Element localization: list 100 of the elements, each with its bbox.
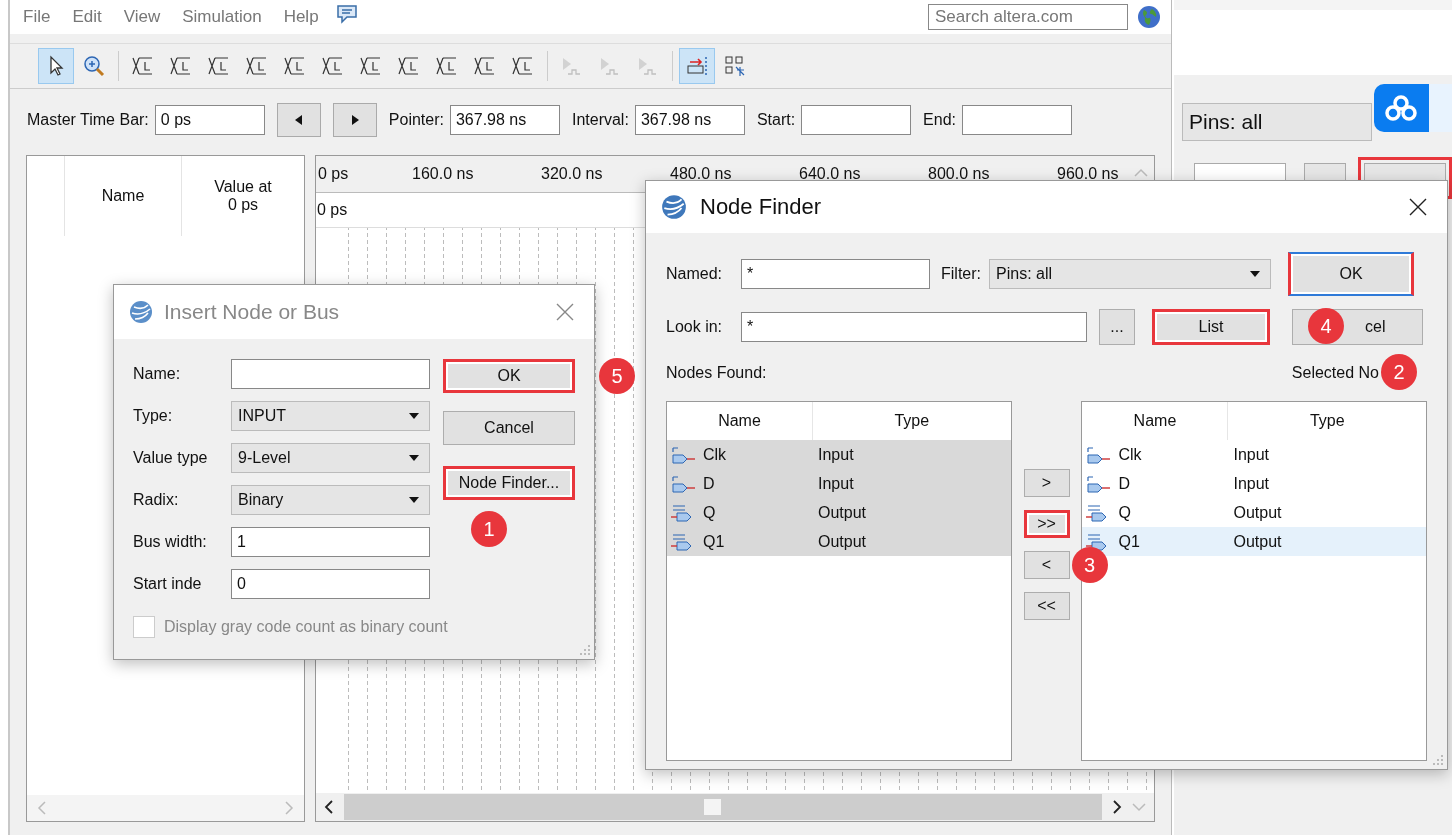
toolbar-button[interactable] xyxy=(38,48,74,84)
checkbox-label: Display gray code count as binary count xyxy=(164,618,448,636)
field-label: Interval: xyxy=(571,111,629,129)
end-field[interactable] xyxy=(962,105,1073,135)
resize-grip-icon[interactable] xyxy=(579,644,591,656)
pointer-field[interactable]: 367.98 ns xyxy=(449,105,560,135)
dialog-title: Node Finder xyxy=(700,194,822,220)
column-header[interactable]: Value at 0 ps xyxy=(182,156,304,236)
next-button[interactable] xyxy=(332,103,377,137)
waveform-icon xyxy=(359,54,383,78)
list-row[interactable]: Q1 Output xyxy=(1082,527,1426,556)
dropdown-arrow-icon xyxy=(409,455,419,461)
left-triangle-icon xyxy=(294,115,303,125)
dialog-button[interactable]: Cancel xyxy=(443,411,575,445)
waveform-icon xyxy=(245,54,269,78)
input-field[interactable]: 1 xyxy=(231,527,430,557)
move-button[interactable]: > xyxy=(1023,469,1070,497)
input-field[interactable]: * xyxy=(741,312,1087,342)
app-logo-icon xyxy=(128,299,154,325)
previous-button[interactable] xyxy=(276,103,321,137)
list-cell: D xyxy=(1118,474,1130,493)
list-row[interactable]: D Input xyxy=(1082,469,1426,498)
field-label: Look in: xyxy=(666,318,724,336)
menu-item[interactable]: Simulation xyxy=(171,7,273,27)
filter-dropdown[interactable]: Pins: all xyxy=(1182,103,1372,141)
dropdown-arrow-icon xyxy=(409,413,419,419)
marker-icon xyxy=(685,54,709,78)
ruler-label: 960.0 ns xyxy=(1057,165,1119,183)
waveform-icon xyxy=(131,54,155,78)
waveform-icon xyxy=(207,54,231,78)
scrollbar-thumb[interactable] xyxy=(704,799,721,815)
browse-button[interactable]: ... xyxy=(1099,309,1135,345)
list-row[interactable]: Clk Input xyxy=(667,440,1011,469)
list-cell: Q xyxy=(1118,503,1131,522)
move-button[interactable]: >> xyxy=(1023,510,1070,538)
start-field[interactable] xyxy=(801,105,912,135)
waveform-icon xyxy=(435,54,459,78)
menu-item[interactable]: View xyxy=(112,7,172,27)
dropdown[interactable]: INPUT xyxy=(231,401,430,431)
list-row[interactable]: D Input xyxy=(667,469,1011,498)
list-cell: Q xyxy=(703,503,716,522)
list-row[interactable]: Q Output xyxy=(667,498,1011,527)
menu-item[interactable]: Help xyxy=(272,7,330,27)
input-field[interactable]: * xyxy=(741,259,930,289)
list-cell-text: Input xyxy=(1232,445,1270,464)
interval-field[interactable]: 367.98 ns xyxy=(634,105,745,135)
waveform-icon xyxy=(397,54,421,78)
list-cell-text: Output xyxy=(817,532,867,551)
column-header[interactable]: Type xyxy=(1228,402,1426,440)
ruler-label: 160.0 ns xyxy=(412,165,475,183)
ruler-label: 0 ps xyxy=(318,165,350,183)
chevron-left-icon[interactable] xyxy=(324,800,334,814)
close-icon[interactable] xyxy=(1409,198,1427,216)
column-header[interactable]: Type xyxy=(813,402,1011,440)
step-number-badge: 3 xyxy=(1071,547,1108,583)
field-label: End: xyxy=(923,111,957,129)
speech-bubble-icon[interactable] xyxy=(335,4,358,24)
move-button[interactable]: << xyxy=(1023,592,1070,620)
list-row[interactable]: Q Output xyxy=(1082,498,1426,527)
menu-item[interactable]: Edit xyxy=(61,7,113,27)
list-label: Selected No xyxy=(1291,364,1379,382)
field-label: Value type xyxy=(133,449,209,467)
move-button[interactable]: < xyxy=(1023,551,1070,579)
input-field[interactable] xyxy=(231,359,430,389)
input-field[interactable]: 0 xyxy=(231,569,430,599)
list-cell-text: Output xyxy=(817,503,867,522)
list-label: Nodes Found: xyxy=(666,364,767,382)
ok-button[interactable]: OK xyxy=(1288,252,1414,296)
scrollbar[interactable] xyxy=(316,793,1154,821)
step-number-badge: 1 xyxy=(471,511,507,547)
waveform-icon xyxy=(283,54,307,78)
dropdown[interactable]: Binary xyxy=(231,485,430,515)
chevron-right-icon[interactable] xyxy=(1112,800,1122,814)
list-cell: Q1 xyxy=(703,532,725,551)
ruler-label: 480.0 ns xyxy=(670,165,733,183)
dialog-title: Insert Node or Bus xyxy=(164,300,340,324)
waveform-icon xyxy=(511,54,535,78)
input-pin-icon xyxy=(1086,473,1113,494)
list-cell: Q1 xyxy=(1118,532,1140,551)
menu-item[interactable]: File xyxy=(12,7,62,27)
column-header[interactable]: Name xyxy=(65,156,182,236)
right-triangle-icon xyxy=(350,115,359,125)
resize-grip-icon[interactable] xyxy=(1432,754,1444,766)
magnifier-icon xyxy=(82,54,106,78)
globe-icon[interactable] xyxy=(1137,5,1161,29)
step-number-badge: 2 xyxy=(1381,354,1417,390)
dialog-button[interactable]: Node Finder... xyxy=(443,466,575,500)
list-button[interactable]: List xyxy=(1152,309,1270,345)
dropdown[interactable]: 9-Level xyxy=(231,443,430,473)
list-cell: Clk xyxy=(1118,445,1142,464)
master-time-field[interactable]: 0 ps xyxy=(154,105,265,135)
list-row[interactable]: Clk Input xyxy=(1082,440,1426,469)
field-label: Radix: xyxy=(133,491,180,509)
dialog-button[interactable]: OK xyxy=(443,359,575,393)
list-row[interactable]: Q1 Output xyxy=(667,527,1011,556)
cursor-time-label: 0 ps xyxy=(317,201,348,219)
cloud-app-icon[interactable] xyxy=(1374,84,1452,132)
search-field[interactable]: Search altera.com xyxy=(928,4,1128,30)
dropdown[interactable]: Pins: all xyxy=(989,259,1271,289)
column-header[interactable]: Name xyxy=(1082,402,1229,440)
